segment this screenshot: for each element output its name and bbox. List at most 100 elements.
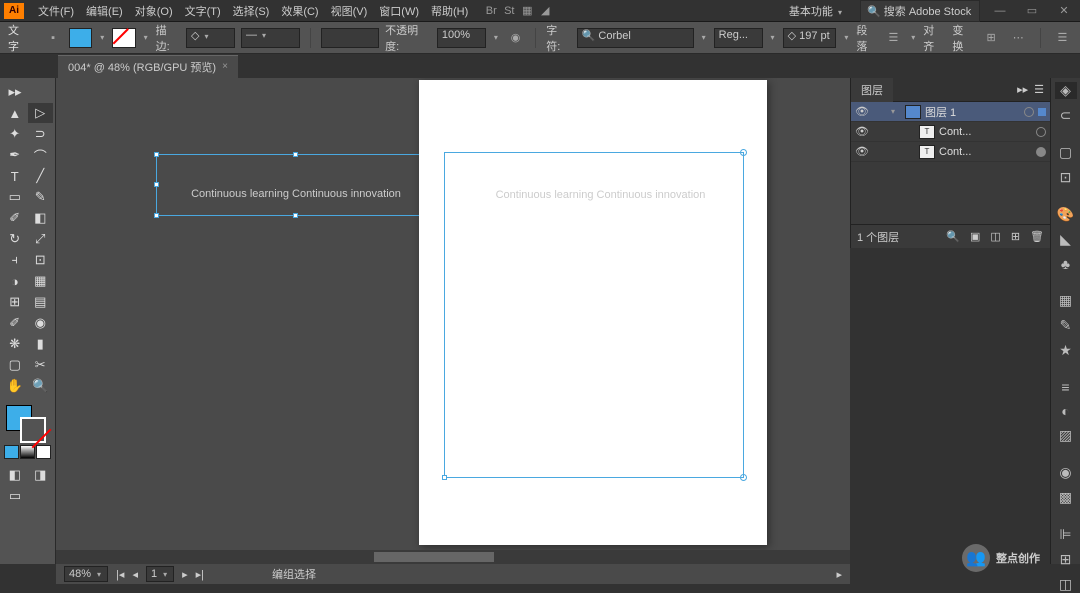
menu-type[interactable]: 文字(T) — [179, 3, 227, 19]
stroke-weight[interactable]: ◇ ▾ — [186, 28, 235, 48]
selected-text-frame[interactable]: Continuous learning Continuous innovatio… — [156, 154, 436, 216]
menu-edit[interactable]: 编辑(E) — [80, 3, 129, 19]
fill-stroke-control[interactable] — [2, 403, 53, 443]
close-button[interactable]: ✕ — [1052, 2, 1076, 20]
zoom-level[interactable]: 48%▾ — [64, 566, 108, 582]
align-label[interactable]: 对齐 — [923, 22, 944, 54]
width-tool[interactable]: ⫞ — [2, 250, 28, 270]
handle-tl[interactable] — [154, 152, 159, 157]
handle-bl[interactable] — [154, 213, 159, 218]
visibility-icon[interactable]: 👁 — [855, 105, 869, 118]
brush-def[interactable] — [321, 28, 380, 48]
draw-behind[interactable]: ◨ — [28, 465, 54, 485]
artboards-dock-icon[interactable]: ▢ — [1055, 144, 1077, 161]
menu-file[interactable]: 文件(F) — [32, 3, 80, 19]
isolate-icon[interactable]: ⊞ — [981, 28, 1000, 48]
graph-tool[interactable]: ▮ — [28, 334, 54, 354]
horizontal-scrollbar[interactable] — [56, 550, 850, 564]
layers-tab[interactable]: 图层 — [851, 78, 893, 102]
out-port[interactable] — [740, 474, 747, 481]
rotate-tool[interactable]: ↻ — [2, 229, 28, 249]
frame-handle-bl[interactable] — [442, 475, 447, 480]
brushes-dock-icon[interactable]: ✎ — [1055, 317, 1077, 334]
gpu-icon[interactable]: ◢ — [536, 3, 554, 19]
transform-dock-icon[interactable]: ⊞ — [1055, 551, 1077, 568]
handle-tm[interactable] — [293, 152, 298, 157]
paintbrush-tool[interactable]: ✎ — [28, 187, 54, 207]
magic-wand-tool[interactable]: ✦ — [2, 124, 28, 144]
free-transform-tool[interactable]: ⊡ — [28, 250, 54, 270]
canvas[interactable]: Continuous learning Continuous innovatio… — [56, 78, 850, 564]
fill-dd[interactable]: ▾ — [100, 33, 104, 42]
scale-tool[interactable]: ⤢ — [28, 229, 54, 249]
handle-ml[interactable] — [154, 182, 159, 187]
opacity-input[interactable]: 100% — [437, 28, 486, 48]
symbols-dock-icon[interactable]: ★ — [1055, 342, 1077, 359]
status-menu-icon[interactable]: ▸ — [836, 568, 842, 581]
stock-search[interactable]: 🔍 搜索 Adobe Stock — [860, 0, 980, 22]
in-port[interactable] — [740, 149, 747, 156]
layers-dock-icon[interactable]: ◈ — [1055, 82, 1077, 99]
rectangle-tool[interactable]: ▭ — [2, 187, 28, 207]
stroke-color[interactable] — [112, 28, 135, 48]
visibility-icon[interactable]: 👁 — [855, 125, 869, 138]
curvature-tool[interactable]: ⌒ — [28, 145, 54, 165]
blend-tool[interactable]: ◉ — [28, 313, 54, 333]
workspace-switcher[interactable]: 基本功能 ▾ — [785, 1, 848, 21]
pen-tool[interactable]: ✒ — [2, 145, 28, 165]
menu-view[interactable]: 视图(V) — [325, 3, 374, 19]
transparency-dock-icon[interactable]: ▨ — [1055, 427, 1077, 444]
lasso-tool[interactable]: ⊃ — [28, 124, 54, 144]
club-dock-icon[interactable]: ♣ — [1055, 256, 1077, 272]
layer-name-2[interactable]: Cont... — [939, 146, 1032, 158]
artboard-nav[interactable]: 1▾ — [146, 566, 174, 582]
stroke-swatch[interactable] — [20, 417, 46, 443]
target-icon[interactable] — [1024, 107, 1034, 117]
font-size[interactable]: ◇ 197 pt — [783, 28, 837, 48]
para-label[interactable]: 段落 — [856, 22, 877, 54]
perspective-tool[interactable]: ▦ — [28, 271, 54, 291]
panel-menu-icon[interactable]: ☰ — [1053, 28, 1072, 48]
asset-dock-icon[interactable]: ⊡ — [1055, 169, 1077, 186]
panel-collapse-icon[interactable]: ▸▸ — [1017, 83, 1028, 96]
panel-menu-icon[interactable]: ☰ — [1034, 83, 1044, 96]
line-tool[interactable]: ╱ — [28, 166, 54, 186]
layer-row-2[interactable]: 👁 T Cont... — [851, 142, 1050, 162]
selection-tool[interactable]: ▲ — [2, 103, 28, 123]
options-icon[interactable]: ⋯ — [1009, 28, 1028, 48]
expand-arrow[interactable]: ▾ — [891, 107, 901, 116]
type-tool[interactable]: T — [2, 166, 28, 186]
eraser-tool[interactable]: ◧ — [28, 208, 54, 228]
minimize-button[interactable]: — — [988, 2, 1012, 20]
swatches-dock-icon[interactable]: ▦ — [1055, 292, 1077, 309]
font-family[interactable]: 🔍 Corbel — [577, 28, 694, 48]
arrange-icon[interactable]: ▦ — [518, 3, 536, 19]
symbol-sprayer-tool[interactable]: ❋ — [2, 334, 28, 354]
stock-icon[interactable]: St — [500, 3, 518, 19]
menu-select[interactable]: 选择(S) — [227, 3, 276, 19]
mesh-tool[interactable]: ⊞ — [2, 292, 28, 312]
gradient-dock-icon[interactable]: ◐ — [1055, 403, 1077, 419]
color-mode[interactable] — [4, 445, 19, 459]
new-sublayer-icon[interactable]: ◫ — [990, 230, 1000, 243]
para-panel-icon[interactable]: ☰ — [884, 28, 903, 48]
shape-builder-tool[interactable]: ◑ — [2, 271, 28, 291]
transform-label[interactable]: 变换 — [952, 22, 973, 54]
doc-tab[interactable]: 004* @ 48% (RGB/GPU 预览) × — [58, 55, 238, 78]
appearance-dock-icon[interactable]: ◉ — [1055, 464, 1077, 481]
fill-color[interactable] — [69, 28, 92, 48]
layer-row-0[interactable]: 👁 ▾ 图层 1 — [851, 102, 1050, 122]
stroke-dock-icon[interactable]: ≡ — [1055, 379, 1077, 395]
layer-name-0[interactable]: 图层 1 — [925, 104, 1020, 120]
menu-window[interactable]: 窗口(W) — [373, 3, 425, 19]
pathfinder-dock-icon[interactable]: ◫ — [1055, 576, 1077, 593]
visibility-icon[interactable]: 👁 — [855, 145, 869, 158]
slice-tool[interactable]: ✂ — [28, 355, 54, 375]
stroke-dd[interactable]: ▾ — [144, 33, 148, 42]
zoom-tool[interactable]: 🔍 — [28, 376, 54, 396]
layer-row-1[interactable]: 👁 T Cont... — [851, 122, 1050, 142]
none-mode[interactable] — [36, 445, 51, 459]
draw-mode[interactable]: ◧ — [2, 465, 28, 485]
stroke-profile[interactable]: — ▾ — [241, 28, 300, 48]
font-style[interactable]: Reg... — [714, 28, 763, 48]
